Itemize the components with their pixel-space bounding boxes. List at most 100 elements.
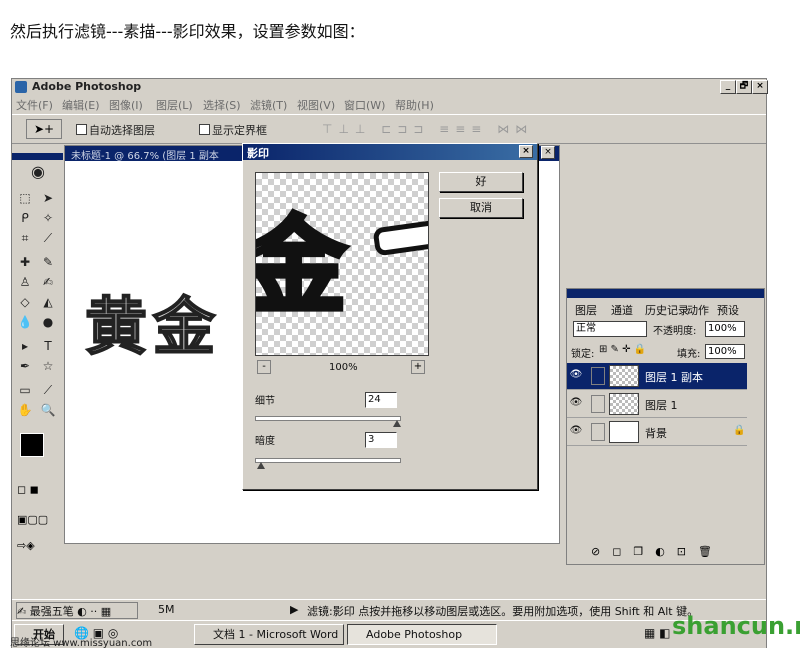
darkness-input[interactable]: 3 bbox=[365, 432, 397, 448]
align-buttons-icon[interactable]: ⊤⊥⊥ ⊏⊐⊐ ≡≡≡ ⋈⋈ bbox=[322, 122, 533, 136]
menu-help[interactable]: 帮助(H) bbox=[395, 97, 434, 113]
notes-tool-icon[interactable]: ▭ bbox=[15, 381, 35, 399]
move-tool-icon[interactable]: ➤ bbox=[38, 189, 58, 207]
photoshop-logo-icon bbox=[15, 81, 27, 93]
marquee-tool-icon[interactable]: ⬚ bbox=[15, 189, 35, 207]
layer-footer-icons[interactable]: ⊘◻❐◐⊡🗑 bbox=[591, 545, 724, 558]
tab-history[interactable]: 历史记录 bbox=[645, 302, 689, 318]
detail-input[interactable]: 24 bbox=[365, 392, 397, 408]
photoshop-window: Adobe Photoshop _ 🗗 × 文件(F) 编辑(E) 图像(I) … bbox=[11, 78, 768, 648]
restore-button[interactable]: 🗗 bbox=[736, 80, 752, 94]
link-box-icon[interactable] bbox=[591, 395, 605, 413]
screen-mode-icon[interactable]: ▣▢▢ bbox=[17, 513, 57, 527]
menu-filter[interactable]: 滤镜(T) bbox=[250, 97, 287, 113]
cancel-button[interactable]: 取消 bbox=[439, 198, 523, 218]
detail-slider[interactable] bbox=[255, 416, 401, 421]
eyedropper-tool-icon[interactable]: ⟋ bbox=[38, 381, 58, 399]
tab-channels[interactable]: 通道 bbox=[611, 302, 633, 318]
darkness-slider-thumb[interactable] bbox=[257, 462, 265, 469]
dodge-tool-icon[interactable]: ● bbox=[38, 313, 58, 331]
detail-slider-thumb[interactable] bbox=[393, 420, 401, 427]
photocopy-filter-dialog: 影印 × 金 好 取消 - 100% + 细节 24 暗度 3 bbox=[242, 143, 538, 490]
menu-edit[interactable]: 编辑(E) bbox=[62, 97, 100, 113]
brush-tool-icon[interactable]: ✎ bbox=[38, 253, 58, 271]
menu-view[interactable]: 视图(V) bbox=[297, 97, 335, 113]
toolbox-header bbox=[12, 153, 63, 160]
paint-bucket-tool-icon[interactable]: ◭ bbox=[38, 293, 58, 311]
darkness-label: 暗度 bbox=[255, 436, 275, 447]
layer-name: 图层 1 bbox=[645, 399, 678, 412]
layer-row-layer1[interactable]: 👁 图层 1 bbox=[567, 391, 747, 418]
minimize-button[interactable]: _ bbox=[720, 80, 736, 94]
menu-layer[interactable]: 图层(L) bbox=[156, 97, 193, 113]
jump-to-imageready-icon[interactable]: ⇨◈ bbox=[17, 539, 57, 553]
brush-link-icon[interactable] bbox=[591, 367, 605, 385]
zoom-in-button[interactable]: + bbox=[411, 360, 425, 374]
slice-tool-icon[interactable]: ⟋ bbox=[38, 229, 58, 247]
lasso-tool-icon[interactable]: ᑭ bbox=[15, 209, 35, 227]
preview-stroke bbox=[372, 217, 428, 257]
zoom-level: 100% bbox=[329, 362, 358, 373]
tab-actions[interactable]: 动作 bbox=[687, 302, 709, 318]
visibility-eye-icon[interactable]: 👁 bbox=[569, 397, 583, 409]
watermark-left: 思缘论坛 www.missyuan.com bbox=[10, 638, 153, 649]
quick-mask-icon[interactable]: ◻ ◼ bbox=[17, 483, 57, 497]
taskbar-word[interactable]: 文档 1 - Microsoft Word bbox=[194, 624, 344, 645]
tab-layers[interactable]: 图层 bbox=[575, 302, 597, 318]
watermark-right: shancun.net bbox=[672, 612, 800, 640]
layer-row-background[interactable]: 👁 背景 🔒 bbox=[567, 419, 747, 446]
options-bar: ➤+ 自动选择图层 显示定界框 ⊤⊥⊥ ⊏⊐⊐ ≡≡≡ ⋈⋈ bbox=[12, 114, 766, 144]
palette-tabs: 图层 通道 历史记录 动作 预设 bbox=[567, 300, 764, 318]
history-brush-tool-icon[interactable]: ✍ bbox=[38, 273, 58, 291]
fill-input[interactable]: 100% bbox=[705, 344, 745, 359]
preview-text: 金 bbox=[256, 181, 349, 332]
magic-wand-tool-icon[interactable]: ✧ bbox=[38, 209, 58, 227]
arrow-icon[interactable]: ▶ bbox=[290, 603, 298, 616]
crop-tool-icon[interactable]: ⌗ bbox=[15, 229, 35, 247]
pen-tool-icon[interactable]: ✒ bbox=[15, 357, 35, 375]
stamp-tool-icon[interactable]: ♙ bbox=[15, 273, 35, 291]
layer-row-copy[interactable]: 👁 图层 1 副本 bbox=[567, 363, 747, 390]
status-message: 滤镜:影印 点按并拖移以移动图层或选区。要用附加选项，使用 Shift 和 Al… bbox=[307, 605, 699, 618]
path-select-tool-icon[interactable]: ▸ bbox=[15, 337, 35, 355]
foreground-color-swatch[interactable] bbox=[20, 433, 44, 457]
shape-tool-icon[interactable]: ☆ bbox=[38, 357, 58, 375]
close-button[interactable]: × bbox=[752, 80, 768, 94]
document-close-button[interactable]: × bbox=[541, 146, 555, 159]
healing-tool-icon[interactable]: ✚ bbox=[15, 253, 35, 271]
visibility-eye-icon[interactable]: 👁 bbox=[569, 369, 583, 381]
lock-label: 锁定: bbox=[571, 349, 595, 360]
opacity-input[interactable]: 100% bbox=[705, 321, 745, 337]
menu-file[interactable]: 文件(F) bbox=[16, 97, 53, 113]
toolbox: ◉ ⬚ ➤ ᑭ ✧ ⌗ ⟋ ✚ ✎ ♙ ✍ ◇ ◭ 💧 ● ▸ T ✒ ☆ ▭ … bbox=[12, 153, 63, 558]
blur-tool-icon[interactable]: 💧 bbox=[15, 313, 35, 331]
type-tool-icon[interactable]: T bbox=[38, 337, 58, 355]
filter-preview[interactable]: 金 bbox=[255, 172, 429, 356]
eraser-tool-icon[interactable]: ◇ bbox=[15, 293, 35, 311]
tray-icons[interactable]: ▦ ◧ bbox=[644, 626, 671, 640]
menu-window[interactable]: 窗口(W) bbox=[344, 97, 385, 113]
layer-thumbnail bbox=[609, 421, 639, 443]
darkness-slider[interactable] bbox=[255, 458, 401, 463]
zoom-tool-icon[interactable]: 🔍 bbox=[38, 401, 58, 419]
show-bounds-checkbox[interactable] bbox=[199, 124, 210, 135]
ime-bar[interactable]: ✍ 最强五笔 ◐ ·· ▦ bbox=[16, 602, 138, 619]
dialog-close-button[interactable]: × bbox=[519, 145, 533, 158]
taskbar-photoshop[interactable]: Adobe Photoshop bbox=[347, 624, 497, 645]
move-tool-preset-icon[interactable]: ➤+ bbox=[26, 119, 62, 139]
tutorial-caption: 然后执行滤镜---素描---影印效果，设置参数如图： bbox=[10, 22, 365, 41]
tab-presets[interactable]: 预设 bbox=[717, 302, 739, 318]
blend-mode-select[interactable]: 正常 bbox=[573, 321, 647, 337]
lock-icons[interactable]: ⊞ ✎ ✛ 🔒 bbox=[599, 344, 646, 355]
visibility-eye-icon[interactable]: 👁 bbox=[569, 425, 583, 437]
hand-tool-icon[interactable]: ✋ bbox=[15, 401, 35, 419]
detail-label: 细节 bbox=[255, 396, 275, 407]
layers-palette-header bbox=[567, 289, 764, 298]
link-box-icon[interactable] bbox=[591, 423, 605, 441]
auto-select-layer-checkbox[interactable] bbox=[76, 124, 87, 135]
menu-image[interactable]: 图像(I) bbox=[109, 97, 143, 113]
zoom-out-button[interactable]: - bbox=[257, 360, 271, 374]
menu-select[interactable]: 选择(S) bbox=[203, 97, 241, 113]
ok-button[interactable]: 好 bbox=[439, 172, 523, 192]
eye-logo-icon: ◉ bbox=[31, 162, 45, 181]
